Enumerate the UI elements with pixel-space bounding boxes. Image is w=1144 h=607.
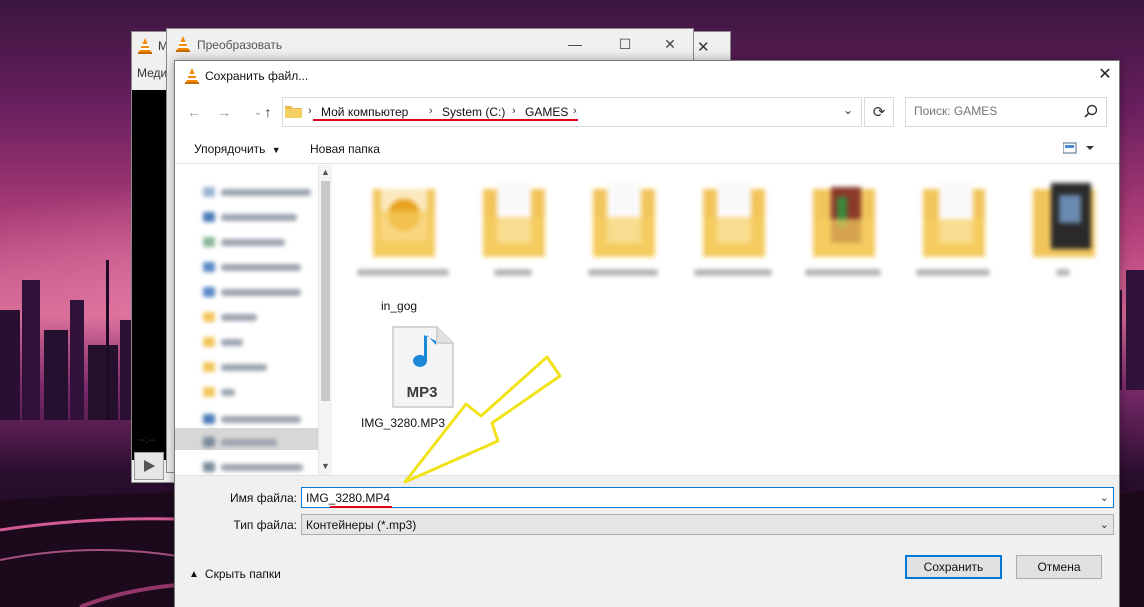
hide-folders-label: Скрыть папки	[204, 567, 281, 581]
up-arrow-icon[interactable]: ↑	[257, 101, 279, 123]
nav-item[interactable]	[203, 385, 235, 399]
filetype-value: Контейнеры (*.mp3)	[306, 518, 417, 532]
vlc-close-icon[interactable]: ✕	[697, 38, 710, 56]
vlc-video-area	[132, 90, 168, 460]
navigation-pane[interactable]	[175, 165, 332, 475]
folder-label	[353, 269, 453, 277]
breadcrumb-separator-icon: ›	[512, 105, 516, 117]
breadcrumb-separator-icon: ›	[573, 105, 577, 117]
mp3-file-name: IMG_3280.MP3	[361, 416, 446, 430]
folder-icon	[703, 181, 765, 257]
vlc-menu-media[interactable]: Меди	[137, 66, 167, 80]
nav-item[interactable]	[203, 185, 311, 199]
nav-item[interactable]	[203, 260, 301, 274]
breadcrumb-my-computer[interactable]: Мой компьютер	[321, 105, 408, 119]
maximize-icon[interactable]: ☐	[605, 33, 645, 55]
partial-folder-label: in_gog	[381, 299, 418, 313]
folder-icon	[923, 181, 985, 257]
folder-label	[903, 269, 1003, 277]
hide-folders-button[interactable]: ▲ Скрыть папки	[189, 567, 281, 581]
folder-icon	[373, 181, 435, 257]
breadcrumb-separator-icon: ›	[429, 105, 433, 117]
save-dialog-title: Сохранить файл...	[205, 69, 309, 83]
nav-item[interactable]	[203, 460, 303, 474]
annotation-underline-path	[313, 119, 578, 121]
scroll-up-icon[interactable]: ▲	[321, 167, 330, 177]
search-input[interactable]	[914, 104, 1074, 118]
filename-input[interactable]	[306, 491, 1086, 505]
save-button[interactable]: Сохранить	[905, 555, 1002, 579]
save-form: Имя файла: ⌄ Тип файла: Контейнеры (*.mp…	[175, 475, 1119, 607]
close-icon[interactable]: ✕	[650, 33, 690, 55]
filename-label: Имя файла:	[230, 491, 297, 505]
annotation-underline-extension	[330, 506, 392, 508]
vlc-cone-icon	[138, 38, 152, 54]
breadcrumb-separator-icon: ›	[308, 105, 312, 117]
refresh-icon[interactable]: ⟳	[864, 97, 894, 127]
address-dropdown-icon[interactable]: ⌄	[843, 103, 853, 117]
folder-label	[683, 269, 783, 277]
minimize-icon[interactable]: —	[555, 33, 595, 55]
folder-label	[793, 269, 893, 277]
nav-item[interactable]	[203, 310, 257, 324]
folder-label	[573, 269, 673, 277]
vlc-play-button[interactable]	[134, 452, 164, 480]
chevron-up-icon: ▲	[189, 568, 199, 580]
new-folder-button[interactable]: Новая папка	[310, 142, 380, 156]
forward-arrow-icon[interactable]: →	[213, 101, 235, 123]
convert-dialog-title: Преобразовать	[197, 38, 283, 52]
nav-item[interactable]	[203, 285, 301, 299]
filetype-label: Тип файла:	[233, 518, 297, 532]
folder-icon	[593, 181, 655, 257]
search-icon[interactable]	[1084, 104, 1098, 118]
save-file-dialog: Сохранить файл... ✕ ← → ⌄ ↑ › Мой компью…	[174, 60, 1120, 607]
folder-label	[1013, 269, 1113, 277]
close-icon[interactable]: ✕	[1093, 64, 1117, 86]
folder-icon	[285, 106, 302, 118]
folder-icon	[483, 181, 545, 257]
search-box[interactable]	[905, 97, 1107, 127]
breadcrumb-system-c[interactable]: System (C:)	[442, 105, 505, 119]
convert-cone-icon	[176, 36, 190, 52]
view-icon	[1062, 142, 1094, 154]
command-bar: Упорядочить ▼ Новая папка	[175, 134, 1119, 164]
mp3-icon-caption: MP3	[407, 384, 438, 401]
nav-item[interactable]	[203, 210, 297, 224]
folder-icon	[813, 187, 875, 257]
view-options-button[interactable]	[1062, 142, 1095, 157]
filename-field[interactable]: ⌄	[301, 487, 1114, 508]
chevron-down-icon: ▼	[271, 145, 281, 155]
folder-icon	[1033, 183, 1095, 257]
chevron-down-icon[interactable]: ⌄	[1100, 491, 1109, 504]
organize-button[interactable]: Упорядочить ▼	[194, 142, 281, 156]
organize-label: Упорядочить	[194, 142, 266, 156]
scroll-thumb[interactable]	[321, 181, 330, 401]
file-view[interactable]: MP3 IMG_3280.MP3	[333, 165, 1119, 475]
nav-item[interactable]	[203, 335, 243, 349]
play-icon	[144, 460, 155, 472]
nav-item[interactable]	[203, 360, 267, 374]
cancel-button[interactable]: Отмена	[1016, 555, 1102, 579]
folder-label	[463, 269, 563, 277]
nav-item[interactable]	[203, 235, 285, 249]
vlc-time-label: --:--	[138, 434, 156, 446]
filetype-select[interactable]: Контейнеры (*.mp3) ⌄	[301, 514, 1114, 535]
address-bar[interactable]: › Мой компьютер › System (C:) › GAMES › …	[282, 97, 862, 127]
nav-scrollbar[interactable]: ▲ ▼	[318, 165, 332, 475]
music-file-icon: MP3	[392, 326, 454, 408]
nav-item[interactable]	[203, 412, 301, 426]
chevron-down-icon[interactable]: ⌄	[1100, 518, 1109, 531]
nav-item[interactable]	[203, 435, 277, 449]
back-arrow-icon[interactable]: ←	[183, 101, 205, 123]
scroll-down-icon[interactable]: ▼	[321, 461, 330, 471]
breadcrumb-games[interactable]: GAMES	[525, 105, 568, 119]
save-dialog-cone-icon	[185, 68, 199, 84]
